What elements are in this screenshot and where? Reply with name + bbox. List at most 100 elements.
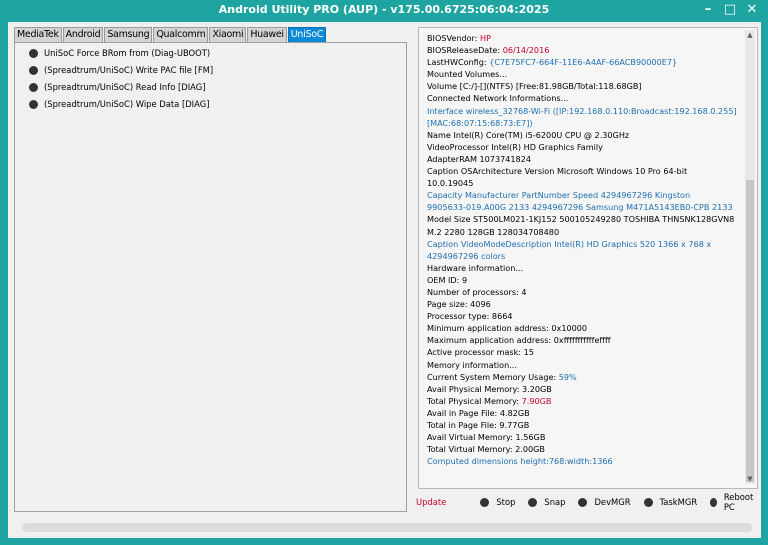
log-value: HP bbox=[480, 33, 492, 43]
stop-button[interactable]: Stop bbox=[480, 497, 515, 507]
log-text: Minimum application address: 0x10000 bbox=[427, 323, 588, 334]
log-text: Mounted Volumes... bbox=[427, 69, 508, 80]
progress-bar bbox=[22, 523, 752, 532]
log-line: Total in Page File: 9.77GB bbox=[427, 419, 739, 431]
scroll-up-icon[interactable]: ▲ bbox=[745, 30, 755, 40]
devmgr-label: DevMGR bbox=[594, 497, 631, 507]
log-line: BIOSReleaseDate: 06/14/2016 bbox=[427, 44, 739, 56]
radio-bullet-icon bbox=[578, 497, 588, 507]
log-text: [MAC:68:07:15:68:73:E7]) bbox=[427, 117, 533, 128]
log-line: Caption OSArchitecture Version Microsoft… bbox=[427, 165, 739, 177]
taskmgr-label: TaskMGR bbox=[659, 497, 698, 507]
tab-xiaomi[interactable]: Xiaomi bbox=[209, 27, 247, 42]
radio-bullet-icon bbox=[29, 82, 38, 92]
log-text: VideoProcessor Intel(R) HD Graphics Fami… bbox=[427, 141, 603, 152]
log-text: BIOSVendor: bbox=[427, 33, 481, 43]
log-line: Hardware information... bbox=[427, 262, 739, 274]
scrollbar-thumb[interactable] bbox=[746, 180, 754, 482]
unisoc-tab-page: UniSoC Force BRom from (Diag-UBOOT) (Spr… bbox=[14, 42, 407, 512]
log-panel[interactable]: BIOSVendor: HP BIOSReleaseDate: 06/14/201… bbox=[418, 27, 758, 489]
reboot-pc-button[interactable]: Reboot PC bbox=[710, 492, 755, 512]
action-buttons: Update Stop Snap DevMGR TaskMGR Reboot P… bbox=[416, 492, 768, 512]
update-link[interactable]: Update bbox=[416, 497, 446, 507]
log-line: Total Physical Memory: 7.90GB bbox=[427, 395, 739, 407]
radio-bullet-icon bbox=[29, 65, 38, 75]
log-text: Computed dimensions height:768:width:136… bbox=[427, 456, 613, 467]
tab-qualcomm[interactable]: Qualcomm bbox=[153, 27, 209, 42]
log-text: Caption VideoModeDescription Intel(R) HD… bbox=[427, 238, 712, 249]
log-line: Model Size ST500LM021-1KJ152 50010524928… bbox=[427, 213, 739, 225]
log-line: M.2 2280 128GB 128034708480 bbox=[427, 226, 739, 238]
radio-bullet-icon bbox=[29, 48, 38, 58]
close-button[interactable]: ✕ bbox=[744, 1, 760, 19]
title-bar: Android Utility PRO (AUP) - v175.00.6725… bbox=[0, 0, 768, 22]
log-text: Capacity Manufacturer PartNumber Speed 4… bbox=[427, 190, 691, 201]
operation-force-brom[interactable]: UniSoC Force BRom from (Diag-UBOOT) bbox=[29, 46, 210, 60]
log-line: [MAC:68:07:15:68:73:E7]) bbox=[427, 117, 739, 129]
snap-button[interactable]: Snap bbox=[528, 497, 565, 507]
log-text: 10.0.19045 bbox=[427, 178, 474, 189]
snap-label: Snap bbox=[544, 497, 566, 507]
log-line: BIOSVendor: HP bbox=[427, 32, 739, 44]
log-text: Total Virtual Memory: 2.00GB bbox=[427, 444, 545, 455]
tab-android[interactable]: Android bbox=[62, 27, 104, 42]
log-line: OEM ID: 9 bbox=[427, 274, 739, 286]
operation-label: (Spreadtrum/UniSoC) Wipe Data [DIAG] bbox=[44, 99, 210, 109]
log-text: Avail in Page File: 4.82GB bbox=[427, 407, 530, 418]
log-line: Minimum application address: 0x10000 bbox=[427, 322, 739, 334]
devmgr-button[interactable]: DevMGR bbox=[578, 497, 631, 507]
log-line: LastHWConfig: {C7E75FC7-664F-11E6-A4AF-6… bbox=[427, 56, 739, 68]
operation-write-pac[interactable]: (Spreadtrum/UniSoC) Write PAC file [FM] bbox=[29, 63, 213, 77]
scroll-down-icon[interactable]: ▼ bbox=[745, 474, 755, 484]
log-line: VideoProcessor Intel(R) HD Graphics Fami… bbox=[427, 141, 739, 153]
minimize-button[interactable]: – bbox=[700, 1, 716, 19]
log-text: Processor type: 8664 bbox=[427, 311, 513, 322]
log-text: Avail Virtual Memory: 1.56GB bbox=[427, 432, 546, 443]
client-area: MediaTek Android Samsung Qualcomm Xiaomi… bbox=[8, 22, 761, 538]
log-line: Avail Physical Memory: 3.20GB bbox=[427, 383, 739, 395]
radio-bullet-icon bbox=[480, 497, 490, 507]
log-output: BIOSVendor: HP BIOSReleaseDate: 06/14/201… bbox=[427, 32, 739, 467]
operation-label: (Spreadtrum/UniSoC) Read Info [DIAG] bbox=[44, 82, 206, 92]
log-text: 4294967296 colors bbox=[427, 250, 506, 261]
taskmgr-button[interactable]: TaskMGR bbox=[643, 497, 698, 507]
tab-mediatek[interactable]: MediaTek bbox=[14, 27, 62, 42]
brand-tabs: MediaTek Android Samsung Qualcomm Xiaomi… bbox=[14, 27, 327, 43]
log-line: Number of processors: 4 bbox=[427, 286, 739, 298]
log-text: LastHWConfig: bbox=[427, 57, 490, 68]
log-line: Current System Memory Usage: 59% bbox=[427, 371, 739, 383]
log-text: Total Physical Memory: bbox=[427, 395, 522, 406]
log-line: Name Intel(R) Core(TM) i5-6200U CPU @ 2.… bbox=[427, 129, 739, 141]
log-line: Connected Network Informations... bbox=[427, 92, 739, 104]
log-text: Hardware information... bbox=[427, 262, 524, 273]
log-text: Maximum application address: 0xfffffffff… bbox=[427, 335, 611, 346]
tab-huawei[interactable]: Huawei bbox=[247, 27, 287, 42]
log-line: 9905633-019.A00G 2133 4294967296 Samsung… bbox=[427, 201, 739, 213]
log-value: 59% bbox=[558, 371, 577, 382]
log-line: Processor type: 8664 bbox=[427, 310, 739, 322]
operation-wipe-data[interactable]: (Spreadtrum/UniSoC) Wipe Data [DIAG] bbox=[29, 97, 210, 111]
log-text: Caption OSArchitecture Version Microsoft… bbox=[427, 166, 688, 177]
log-line: Avail in Page File: 4.82GB bbox=[427, 407, 739, 419]
log-line: Maximum application address: 0xfffffffff… bbox=[427, 334, 739, 346]
operations-panel: MediaTek Android Samsung Qualcomm Xiaomi… bbox=[14, 27, 407, 512]
log-scrollbar[interactable]: ▲ ▼ bbox=[745, 30, 755, 484]
log-text: Avail Physical Memory: 3.20GB bbox=[427, 383, 552, 394]
operation-label: UniSoC Force BRom from (Diag-UBOOT) bbox=[44, 48, 211, 58]
log-text: AdapterRAM 1073741824 bbox=[427, 153, 531, 164]
log-text: OEM ID: 9 bbox=[427, 274, 468, 285]
log-line: Mounted Volumes... bbox=[427, 68, 739, 80]
log-line: Capacity Manufacturer PartNumber Speed 4… bbox=[427, 189, 739, 201]
log-text: BIOSReleaseDate: bbox=[427, 45, 503, 56]
log-text: Current System Memory Usage: bbox=[427, 371, 559, 382]
maximize-button[interactable]: □ bbox=[722, 1, 738, 19]
log-value: 7.90GB bbox=[521, 395, 552, 406]
log-text: Name Intel(R) Core(TM) i5-6200U CPU @ 2.… bbox=[427, 129, 630, 140]
log-line: Interface wireless_32768-Wi-Fi ([IP:192.… bbox=[427, 105, 739, 117]
log-line: AdapterRAM 1073741824 bbox=[427, 153, 739, 165]
operation-label: (Spreadtrum/UniSoC) Write PAC file [FM] bbox=[44, 65, 214, 75]
operation-read-info[interactable]: (Spreadtrum/UniSoC) Read Info [DIAG] bbox=[29, 80, 206, 94]
tab-samsung[interactable]: Samsung bbox=[104, 27, 153, 42]
log-line: Volume [C:/]-[](NTFS) [Free:81.98GB/Tota… bbox=[427, 80, 739, 92]
tab-unisoc[interactable]: UniSoC bbox=[287, 27, 327, 42]
